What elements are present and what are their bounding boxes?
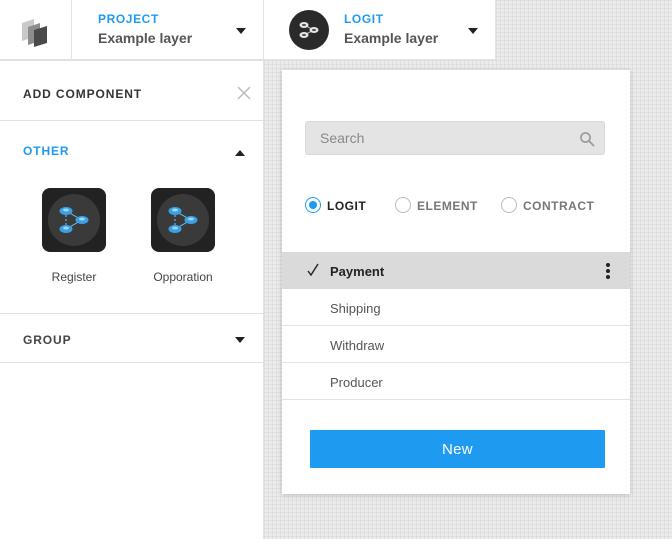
- list-item[interactable]: Payment: [282, 252, 630, 289]
- logit-avatar: [289, 10, 329, 50]
- list-item[interactable]: Producer: [282, 363, 630, 400]
- logit-list: Payment Shipping Withdraw Producer: [282, 252, 630, 400]
- network-nodes-icon: [59, 207, 89, 233]
- project-name: Example layer: [98, 30, 193, 46]
- app-logo[interactable]: [0, 0, 72, 60]
- chevron-down-icon: [236, 28, 246, 34]
- component-icon-tile: [42, 188, 106, 252]
- component-icon-tile: [151, 188, 215, 252]
- list-item[interactable]: Shipping: [282, 289, 630, 326]
- logit-kicker: LOGIT: [344, 12, 384, 26]
- chevron-up-icon[interactable]: [235, 150, 245, 156]
- section-other-toggle[interactable]: OTHER: [23, 144, 70, 158]
- network-nodes-icon: [168, 207, 198, 233]
- component-label: Opporation: [153, 270, 213, 284]
- checkmark-icon: [307, 263, 319, 277]
- chevron-down-icon: [235, 337, 245, 343]
- radio-button[interactable]: [501, 197, 517, 213]
- radio-label: LOGIT: [327, 199, 367, 213]
- project-selector[interactable]: PROJECT Example layer: [72, 0, 264, 60]
- component-label: Register: [51, 270, 97, 284]
- list-item[interactable]: Withdraw: [282, 326, 630, 363]
- top-bar: PROJECT Example layer LOGIT Example laye…: [0, 0, 496, 60]
- list-item-label: Withdraw: [330, 338, 385, 353]
- radio-label: ELEMENT: [417, 199, 478, 213]
- search-box: [305, 121, 605, 155]
- list-item-label: Payment: [330, 264, 385, 279]
- component-opporation[interactable]: Opporation: [138, 188, 228, 288]
- section-group[interactable]: GROUP: [0, 315, 264, 363]
- panel-header: ADD COMPONENT: [0, 61, 264, 121]
- close-icon: [237, 86, 251, 100]
- project-kicker: PROJECT: [98, 12, 159, 26]
- logit-name: Example layer: [344, 30, 439, 46]
- logit-selector[interactable]: LOGIT Example layer: [264, 0, 496, 60]
- cube-logo-icon: [22, 19, 47, 47]
- section-other: OTHER Register Opporation: [0, 122, 264, 314]
- close-button[interactable]: [236, 85, 252, 101]
- panel-title: ADD COMPONENT: [23, 87, 143, 101]
- new-button[interactable]: New: [310, 430, 605, 468]
- search-icon[interactable]: [579, 131, 595, 147]
- search-input[interactable]: [306, 122, 566, 154]
- chevron-down-icon: [468, 28, 478, 34]
- list-item-label: Producer: [330, 375, 383, 390]
- radio-button[interactable]: [395, 197, 411, 213]
- logit-dropdown: LOGIT ELEMENT CONTRACT Payment Shipping …: [282, 70, 630, 494]
- radio-button[interactable]: [305, 197, 321, 213]
- list-item-label: Shipping: [330, 301, 381, 316]
- add-component-panel: ADD COMPONENT OTHER Register Opporation …: [0, 61, 264, 539]
- component-register[interactable]: Register: [29, 188, 119, 288]
- radio-label: CONTRACT: [523, 199, 595, 213]
- section-group-label: GROUP: [23, 333, 72, 347]
- network-nodes-icon: [299, 22, 319, 38]
- more-options-icon[interactable]: [604, 263, 612, 279]
